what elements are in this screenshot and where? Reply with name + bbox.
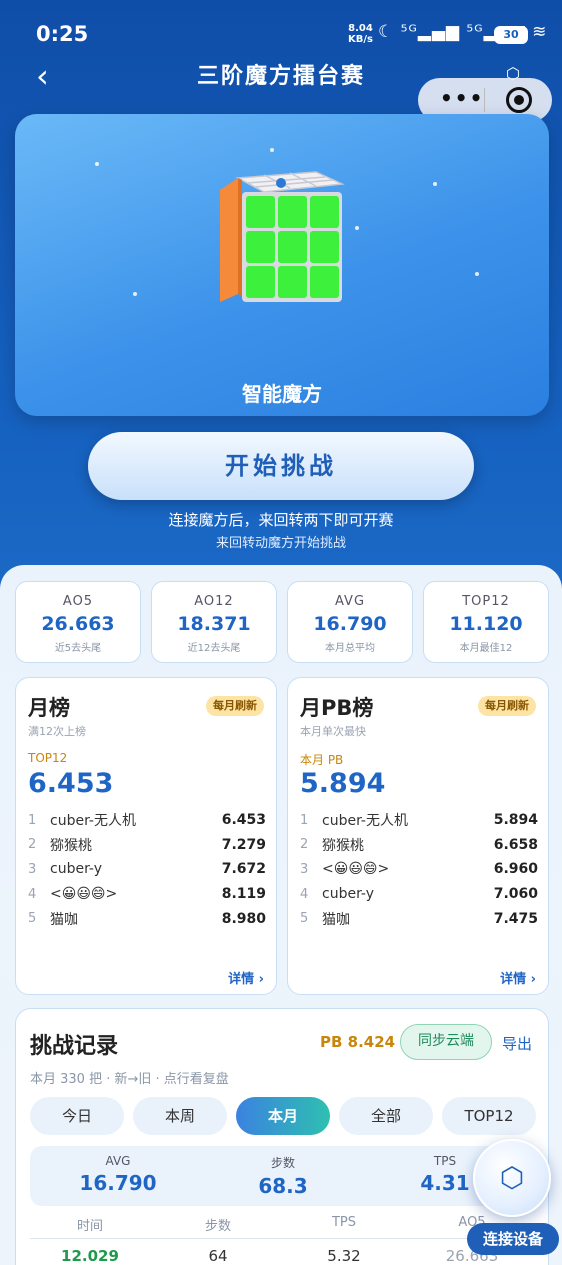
- stat-sub: 本月总平均: [325, 643, 375, 654]
- divider: [30, 1238, 536, 1239]
- rotate-hint: 来回转动魔方开始挑战: [215, 536, 346, 551]
- cell-moves: 64: [208, 1247, 228, 1265]
- cell-time: 12.029: [61, 1247, 119, 1265]
- refresh-badge: 每月刷新: [206, 696, 264, 716]
- pb-value: PB 8.424: [320, 1033, 396, 1051]
- stat-sub: 近5去头尾: [54, 643, 102, 654]
- start-challenge-button[interactable]: 开始挑战: [88, 432, 474, 500]
- leaderboard-row[interactable]: 5 猫咖 7.475: [300, 906, 538, 931]
- leaderboard-row[interactable]: 4 <😀😃😄> 8.119: [28, 882, 266, 907]
- stat-name: AO5: [62, 594, 94, 609]
- stat-sub: 本月最佳12: [459, 643, 513, 654]
- close-target-icon[interactable]: [506, 87, 532, 113]
- leaderboard-subtitle: 满12次上榜: [28, 725, 86, 738]
- connect-device-fab[interactable]: ⬡: [473, 1139, 551, 1217]
- leaderboard-title: 月PB榜: [300, 696, 374, 720]
- sync-cloud-button[interactable]: 同步云端: [400, 1024, 492, 1060]
- tab-top12[interactable]: TOP12: [442, 1097, 536, 1135]
- leaderboard-row[interactable]: 4 cuber-y 7.060: [300, 882, 538, 907]
- leaderboard-title: 月榜: [28, 696, 70, 720]
- tab-month[interactable]: 本月: [236, 1097, 330, 1135]
- tab-week[interactable]: 本周: [133, 1097, 227, 1135]
- records-summary: AVG 16.790 步数 68.3 TPS 4.31: [30, 1146, 536, 1206]
- top-value: 5.894: [300, 768, 386, 799]
- leaderboard-row[interactable]: 1 cuber-无人机 6.453: [28, 808, 266, 833]
- leaderboard-row[interactable]: 2 猕猴桃 7.279: [28, 833, 266, 858]
- battery-icon: 30: [494, 26, 528, 44]
- stat-card-ao5: AO5 26.663 近5去头尾: [15, 581, 141, 663]
- stat-card-top12: TOP12 11.120 本月最佳12: [423, 581, 549, 663]
- smart-cube-image: [220, 171, 345, 302]
- table-row[interactable]: 12.029 64 5.32 26.663: [30, 1247, 536, 1265]
- connect-device-label[interactable]: 连接设备: [467, 1223, 559, 1255]
- capsule-divider: [484, 88, 485, 112]
- stat-value: 18.371: [177, 613, 251, 635]
- export-button[interactable]: 导出: [502, 1033, 532, 1054]
- status-time: 0:25: [36, 22, 89, 46]
- stat-value: 11.120: [449, 613, 523, 635]
- summary-avg: AVG 16.790: [79, 1154, 157, 1195]
- stat-value: 26.663: [41, 613, 115, 635]
- leaderboard-row[interactable]: 2 猕猴桃 6.658: [300, 833, 538, 858]
- stat-card-avg: AVG 16.790 本月总平均: [287, 581, 413, 663]
- details-link[interactable]: 详情 ›: [500, 968, 536, 987]
- records-subtitle: 本月 330 把 · 新→旧 · 点行看复盘: [30, 1072, 229, 1087]
- column-header: 步数: [204, 1219, 231, 1234]
- stat-name: TOP12: [462, 594, 510, 609]
- cell-tps: 5.32: [327, 1247, 361, 1265]
- leaderboard-row[interactable]: 1 cuber-无人机 5.894: [300, 808, 538, 833]
- top-label: 本月 PB: [300, 753, 344, 767]
- top-value: 6.453: [28, 768, 114, 799]
- cube-label: 智能魔方: [242, 382, 322, 406]
- more-icon[interactable]: •••: [440, 86, 484, 110]
- records-table-header: 时间 步数 TPS AO5: [30, 1215, 536, 1235]
- details-link[interactable]: 详情 ›: [228, 968, 264, 987]
- summary-moves: 步数 68.3: [258, 1156, 308, 1198]
- stat-name: AVG: [334, 594, 366, 609]
- stat-name: AO12: [194, 594, 234, 609]
- tab-today[interactable]: 今日: [30, 1097, 124, 1135]
- leaderboard-subtitle: 本月单次最快: [300, 725, 366, 738]
- stat-card-ao12: AO12 18.371 近12去头尾: [151, 581, 277, 663]
- column-header: TPS: [331, 1215, 357, 1230]
- top-label: TOP12: [28, 751, 68, 765]
- connect-hint: 连接魔方后，来回转两下即可开赛: [168, 511, 394, 529]
- leaderboard-row[interactable]: 3 cuber-y 7.672: [28, 857, 266, 882]
- leaderboard-list: 1 cuber-无人机 5.894 2 猕猴桃 6.658 3 <😀😃😄> 6.960 4c…: [300, 808, 538, 931]
- period-tabs: 今日 本周 本月 全部 TOP12: [30, 1097, 536, 1135]
- challenge-records-card: 挑战记录 PB 8.424 同步云端 导出 本月 330 把 · 新→旧 · 点…: [15, 1008, 549, 1265]
- stat-value: 16.790: [313, 613, 387, 635]
- monthly-pb-leaderboard-card: 月PB榜 每月刷新 本月单次最快 本月 PB 5.894 1 cuber-无人机 5…: [287, 677, 549, 995]
- records-title: 挑战记录: [30, 1034, 119, 1059]
- refresh-badge: 每月刷新: [478, 696, 536, 716]
- monthly-leaderboard-card: 月榜 每月刷新 满12次上榜 TOP12 6.453 1 cuber-无人机 6.4…: [15, 677, 277, 995]
- leaderboard-row[interactable]: 3 <😀😃😄> 6.960: [300, 857, 538, 882]
- hexagon-icon: ⬡: [499, 1161, 525, 1194]
- leaderboard-row[interactable]: 5 猫咖 8.980: [28, 906, 266, 931]
- stat-sub: 近12去头尾: [187, 643, 241, 654]
- column-header: 时间: [76, 1219, 103, 1234]
- tab-all[interactable]: 全部: [339, 1097, 433, 1135]
- network-speed: 8.04 KB/s: [348, 23, 373, 45]
- leaderboard-list: 1 cuber-无人机 6.453 2 猕猴桃 7.279 3 cuber-y 7.672 …: [28, 808, 266, 931]
